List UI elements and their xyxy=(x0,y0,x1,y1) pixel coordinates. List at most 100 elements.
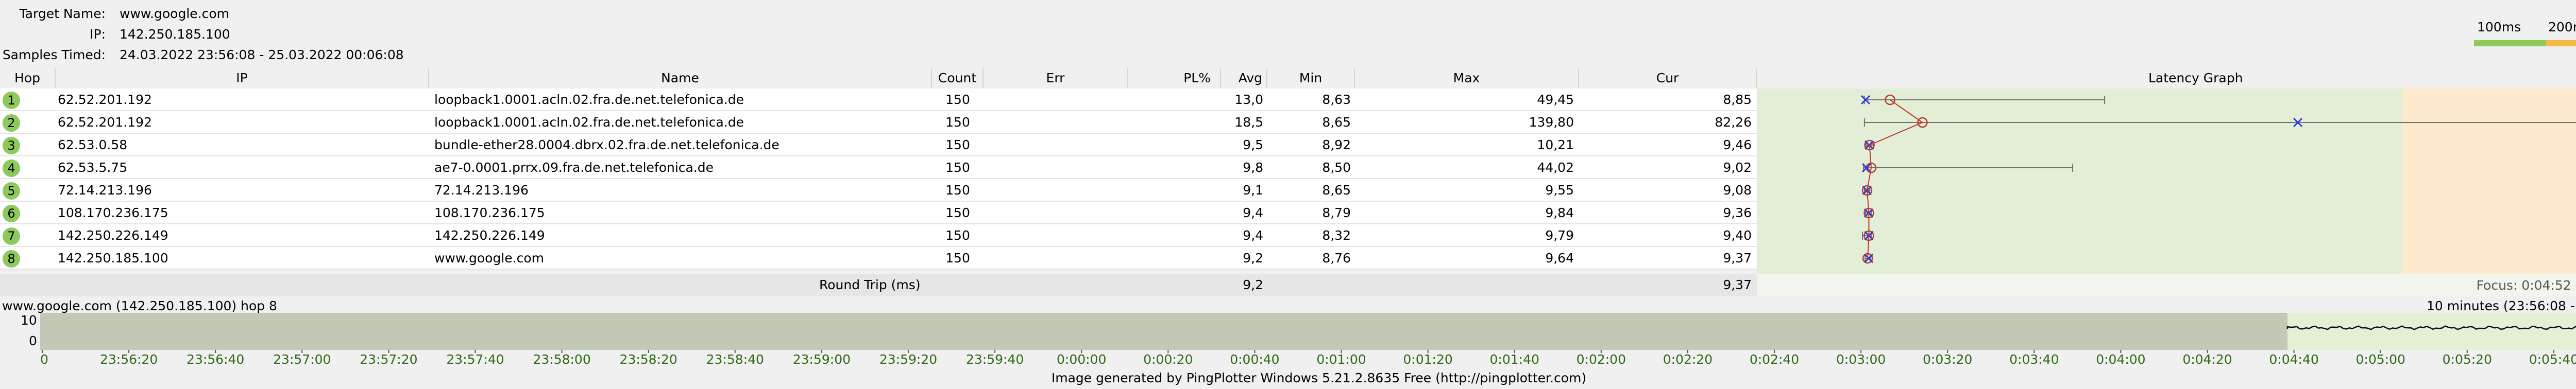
row-avg: 9,8 xyxy=(1243,160,1263,175)
target-name-value: www.google.com xyxy=(120,6,229,21)
timeline-tick-label: 0:03:20 xyxy=(1923,352,1973,367)
row-pl xyxy=(1128,89,1216,111)
table-row[interactable]: 1 62.52.201.192 loopback1.0001.acln.02.fra… xyxy=(0,89,1757,111)
row-err xyxy=(984,202,1123,224)
row-name: ae7-0.0001.prrx.09.fra.de.net.telefonica… xyxy=(434,160,714,175)
row-pl xyxy=(1128,179,1216,202)
timeline-tick-label: 23:58:20 xyxy=(619,352,677,367)
row-min: 8,92 xyxy=(1322,137,1351,152)
row-cur: 9,37 xyxy=(1723,251,1752,266)
row-cur: 8,85 xyxy=(1723,92,1752,107)
col-count[interactable]: Count xyxy=(932,68,984,89)
hop-number: 6 xyxy=(3,205,20,222)
timeline-tick-label: 0:01:00 xyxy=(1316,352,1366,367)
hop-number: 4 xyxy=(3,160,20,177)
timeline-tick-label: 23:56:20 xyxy=(99,352,158,367)
row-name: loopback1.0001.acln.02.fra.de.net.telefo… xyxy=(434,92,744,107)
col-min[interactable]: Min xyxy=(1267,68,1355,89)
timeline-tick-label: 0:04:00 xyxy=(2096,352,2146,367)
row-min: 8,76 xyxy=(1322,251,1351,266)
round-trip-label: Round Trip (ms) xyxy=(819,277,921,292)
timeline-tick-label: 0 xyxy=(40,352,48,367)
row-ip: 142.250.226.149 xyxy=(58,228,168,243)
table-row[interactable]: 2 62.52.201.192 loopback1.0001.acln.02.fra… xyxy=(0,111,1757,134)
timeline-tick-label: 0:00:20 xyxy=(1143,352,1193,367)
table-row[interactable]: 7 142.250.226.149 142.250.226.149 150 9,4 8,3… xyxy=(0,224,1757,247)
row-ip: 62.53.5.75 xyxy=(58,160,128,175)
latency-graph-title: Latency Graph xyxy=(2148,70,2243,85)
col-max[interactable]: Max xyxy=(1355,68,1579,89)
table-row[interactable]: 6 108.170.236.175 108.170.236.175 150 9,4 8,7… xyxy=(0,202,1757,224)
row-cur: 9,40 xyxy=(1723,228,1752,243)
timeline-tick-label: 0:04:20 xyxy=(2182,352,2232,367)
row-min: 8,63 xyxy=(1322,92,1351,107)
row-min: 8,50 xyxy=(1322,160,1351,175)
samples-timed-value: 24.03.2022 23:56:08 - 25.03.2022 00:06:0… xyxy=(120,47,404,62)
hop-number: 7 xyxy=(3,227,20,245)
row-name: www.google.com xyxy=(434,251,544,266)
row-pl xyxy=(1128,202,1216,224)
row-ip: 62.52.201.192 xyxy=(58,92,152,107)
row-min: 8,79 xyxy=(1322,205,1351,220)
col-err[interactable]: Err xyxy=(984,68,1128,89)
ip-value: 142.250.185.100 xyxy=(120,27,230,42)
latency-graph: Latency Graph 140ms Focus: 0:04:52 - 0:0… xyxy=(1757,68,2576,296)
row-name: 142.250.226.149 xyxy=(434,228,545,243)
legend-good-bar xyxy=(2474,40,2546,46)
target-name-label: Target Name: xyxy=(19,6,106,21)
row-pl xyxy=(1128,134,1216,156)
row-ip: 108.170.236.175 xyxy=(58,205,168,220)
row-min: 8,65 xyxy=(1322,183,1351,198)
row-count: 150 xyxy=(945,137,970,152)
row-cur: 9,08 xyxy=(1723,183,1752,198)
table-row[interactable]: 4 62.53.5.75 ae7-0.0001.prrx.09.fra.de.net… xyxy=(0,156,1757,179)
row-ip: 62.53.0.58 xyxy=(58,137,128,152)
timeline-tick-label: 23:58:40 xyxy=(706,352,764,367)
col-hop[interactable]: Hop xyxy=(0,68,56,89)
round-trip-row: Round Trip (ms) 9,2 9,37 xyxy=(0,274,1757,296)
row-max: 9,79 xyxy=(1545,228,1574,243)
table-row[interactable]: 3 62.53.0.58 bundle-ether28.0004.dbrx.02.f… xyxy=(0,134,1757,156)
footer-credit: Image generated by PingPlotter Windows 5… xyxy=(1051,370,1587,385)
row-pl xyxy=(1128,111,1216,134)
col-ip[interactable]: IP xyxy=(56,68,429,89)
row-count: 150 xyxy=(945,92,970,107)
zone-warn xyxy=(2402,89,2576,274)
timeline-tick-label: 23:56:40 xyxy=(187,352,245,367)
timeline-tick-label: 0:04:40 xyxy=(2269,352,2319,367)
row-min: 8,32 xyxy=(1322,228,1351,243)
row-pl xyxy=(1128,224,1216,247)
timeline-latency-series xyxy=(2286,325,2576,330)
row-avg: 9,4 xyxy=(1243,205,1263,220)
col-pl[interactable]: PL% xyxy=(1128,68,1221,89)
row-err xyxy=(984,134,1123,156)
row-name: 72.14.213.196 xyxy=(434,183,529,198)
row-avg: 13,0 xyxy=(1234,92,1263,107)
hop-number: 5 xyxy=(3,182,20,200)
timeline-tick-label: 0:02:00 xyxy=(1576,352,1626,367)
row-count: 150 xyxy=(945,183,970,198)
timeline-tick-label: 0:01:20 xyxy=(1403,352,1453,367)
timeline-tick-label: 0:02:20 xyxy=(1663,352,1713,367)
table-row[interactable]: 8 142.250.185.100 www.google.com 150 9,2 8,76… xyxy=(0,247,1757,270)
table-row[interactable]: 5 72.14.213.196 72.14.213.196 150 9,1 8,65 9,5… xyxy=(0,179,1757,202)
row-max: 9,84 xyxy=(1545,205,1574,220)
row-avg: 9,5 xyxy=(1243,137,1263,152)
hop-number: 1 xyxy=(3,92,20,109)
timeline-panel: www.google.com (142.250.185.100) hop 8 1… xyxy=(0,297,2576,375)
row-name: loopback1.0001.acln.02.fra.de.net.telefo… xyxy=(434,115,744,130)
col-cur[interactable]: Cur xyxy=(1579,68,1757,89)
timeline-tick-label: 0:05:40 xyxy=(2529,352,2576,367)
row-avg: 18,5 xyxy=(1234,115,1263,130)
row-ip: 142.250.185.100 xyxy=(58,251,168,266)
round-trip-cur: 9,37 xyxy=(1723,277,1752,292)
col-name[interactable]: Name xyxy=(429,68,932,89)
legend-100ms: 100ms xyxy=(2477,20,2521,34)
row-max: 10,21 xyxy=(1537,137,1574,152)
row-ip: 72.14.213.196 xyxy=(58,183,152,198)
samples-timed-label: Samples Timed: xyxy=(2,47,106,62)
legend-200ms: 200ms xyxy=(2548,20,2576,34)
timeline-tick-label: 0:05:00 xyxy=(2355,352,2405,367)
col-avg[interactable]: Avg xyxy=(1221,68,1267,89)
hop-number: 2 xyxy=(3,114,20,132)
